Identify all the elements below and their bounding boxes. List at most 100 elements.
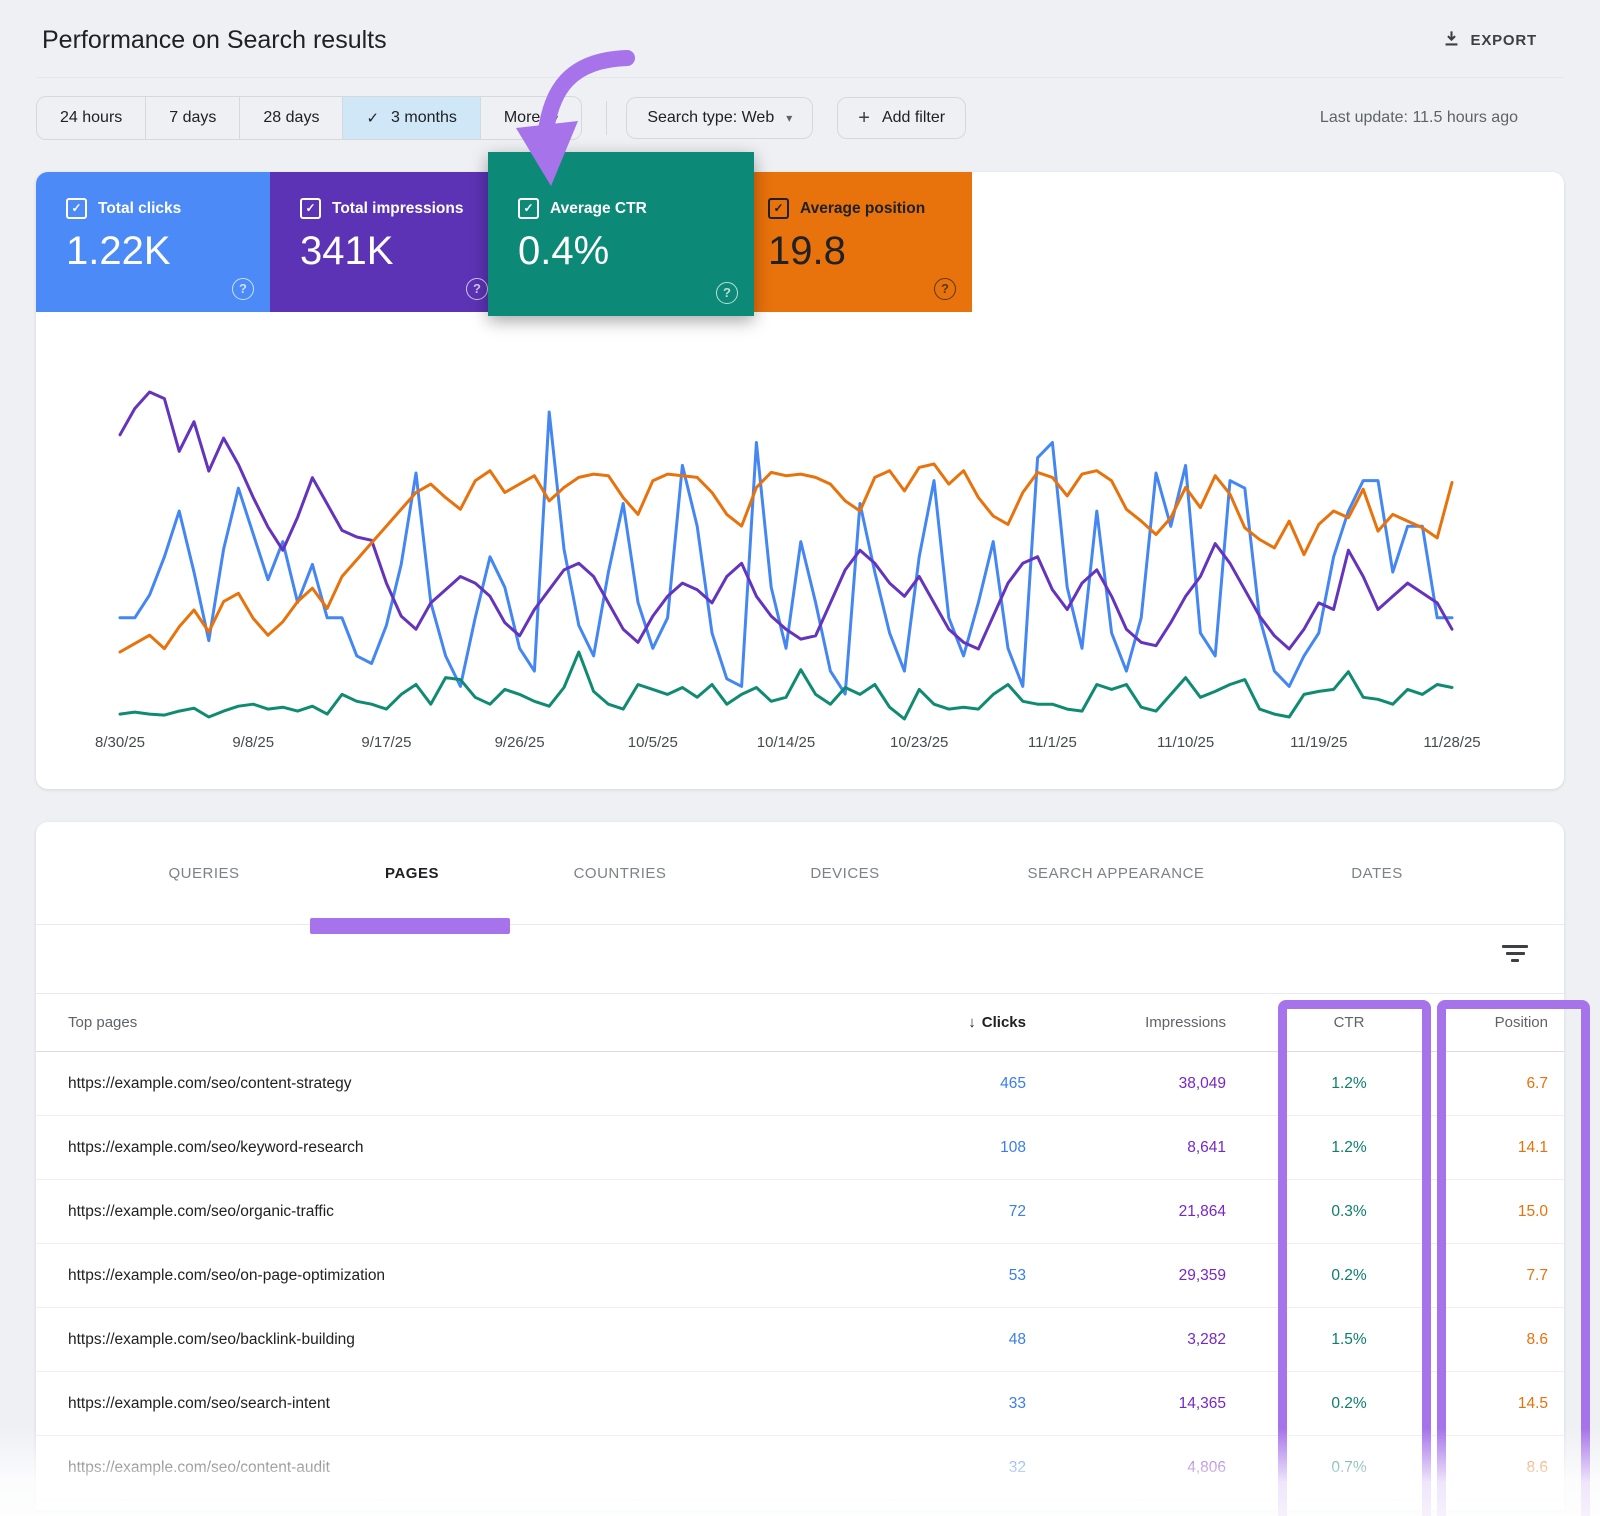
column-header-clicks[interactable]: ↓Clicks [866,1014,1026,1031]
help-icon[interactable]: ? [466,278,488,300]
chevron-down-icon: ▾ [552,111,558,125]
more-date-ranges-dropdown[interactable]: More▾ [480,97,581,139]
help-icon[interactable]: ? [716,282,738,304]
table-row[interactable]: https://example.com/seo/backlink-buildin… [36,1308,1564,1372]
sort-descending-icon: ↓ [968,1014,976,1031]
filter-toolbar: 24 hours 7 days28 days✓3 monthsMore▾ Sear… [36,97,1564,139]
metric-card-header: ✓Total clicks [36,172,270,219]
date-range-3-months[interactable]: ✓3 months [342,97,479,139]
page-header: Performance on Search results EXPORT [0,0,1600,77]
search-type-label: Search type: Web [647,109,774,127]
search-type-dropdown[interactable]: Search type: Web ▾ [626,97,813,139]
toolbar-divider [606,101,607,135]
ctr-value: 0.7% [1289,1459,1409,1477]
performance-line-chart[interactable] [114,372,1514,744]
date-range-28-days[interactable]: 28 days [239,97,342,139]
x-axis-tick-label: 11/1/25 [1028,734,1077,751]
position-value: 14.1 [1434,1139,1564,1157]
metric-card-average-ctr[interactable]: ✓ Average CTR 0.4%? [488,152,754,316]
position-value: 8.6 [1434,1331,1564,1349]
tab-search-appearance[interactable]: SEARCH APPEARANCE [1028,822,1205,924]
table-row[interactable]: https://example.com/seo/search-intent331… [36,1372,1564,1436]
table-row[interactable]: https://example.com/seo/content-strategy… [36,1052,1564,1116]
impressions-value: 4,806 [1026,1459,1226,1477]
impressions-value: 29,359 [1026,1267,1226,1285]
metric-card-value: 19.8 [738,229,972,274]
metric-checkbox-checked[interactable]: ✓ [66,198,87,219]
tab-queries[interactable]: QUERIES [168,822,239,924]
metric-checkbox-checked[interactable]: ✓ [768,198,789,219]
table-row[interactable]: https://example.com/seo/content-audit324… [36,1436,1564,1500]
position-value: 15.0 [1434,1203,1564,1221]
metric-card-header: ✓ Average CTR [488,152,754,219]
x-axis-tick-label: 10/14/25 [757,734,815,751]
metric-card-header: ✓ Average position [738,172,972,219]
metric-card-label: Average position [800,200,925,218]
tab-countries[interactable]: COUNTRIES [574,822,667,924]
position-value: 6.7 [1434,1075,1564,1093]
metric-card-header: ✓ Total impressions [270,172,504,219]
export-label: EXPORT [1471,32,1537,49]
column-header-ctr[interactable]: CTR [1289,1014,1409,1031]
table-row[interactable]: https://example.com/seo/on-page-optimiza… [36,1244,1564,1308]
add-filter-label: Add filter [882,109,945,127]
x-axis-tick-label: 11/28/25 [1423,734,1480,751]
metric-cards-row: ✓Total clicks1.22K?✓Total impressions341… [36,172,1564,316]
position-value: 7.7 [1434,1267,1564,1285]
column-header-position[interactable]: Position [1434,1014,1564,1031]
x-axis-tick-label: 9/8/25 [232,734,274,751]
column-header-impressions[interactable]: Impressions [1026,1014,1226,1031]
table-body: https://example.com/seo/content-strategy… [36,1052,1564,1500]
filter-list-icon[interactable] [1502,945,1528,966]
metric-checkbox-checked[interactable]: ✓ [518,198,539,219]
impressions-value: 3,282 [1026,1331,1226,1349]
tab-devices[interactable]: DEVICES [810,822,879,924]
help-icon[interactable]: ? [934,278,956,300]
page-url-link[interactable]: https://example.com/seo/search-intent [36,1395,866,1413]
metric-card-value: 1.22K [36,229,270,274]
add-filter-button[interactable]: + Add filter [837,97,966,139]
page-url-link[interactable]: https://example.com/seo/content-strategy [36,1075,866,1093]
ctr-value: 0.3% [1289,1203,1409,1221]
x-axis-tick-label: 10/23/25 [890,734,948,751]
x-axis-tick-label: 8/30/25 [95,734,145,751]
metric-card-label: Total impressions [332,200,464,218]
help-icon[interactable]: ? [232,278,254,300]
chevron-down-icon: ▾ [786,111,792,125]
metric-card-total-impressions[interactable]: ✓Total impressions341K? [270,172,504,312]
tab-pages[interactable]: PAGES [385,822,439,924]
impressions-value: 21,864 [1026,1203,1226,1221]
metric-checkbox-checked[interactable]: ✓ [300,198,321,219]
clicks-value: 48 [866,1331,1026,1349]
search-console-performance-page: Performance on Search results EXPORT 24 … [0,0,1600,1516]
chart-x-axis-labels: 8/30/259/8/259/17/259/26/2510/5/2510/14/… [36,734,1564,758]
export-button[interactable]: EXPORT [1442,29,1537,52]
clicks-value: 53 [866,1267,1026,1285]
clicks-value: 72 [866,1203,1026,1221]
tab-dates[interactable]: DATES [1351,822,1402,924]
table-row[interactable]: https://example.com/seo/organic-traffic7… [36,1180,1564,1244]
date-range-control: 24 hours 7 days28 days✓3 monthsMore▾ [36,96,582,140]
page-url-link[interactable]: https://example.com/seo/content-audit [36,1459,866,1477]
metric-card-value: 0.4% [488,229,754,274]
line-series-ctr [120,652,1452,719]
metric-card-label: Average CTR [550,200,647,218]
metric-card-average-position[interactable]: ✓ Average position 19.8? [738,172,972,312]
download-icon [1442,29,1461,52]
date-range-label: 24 hours [60,109,122,127]
page-url-link[interactable]: https://example.com/seo/organic-traffic [36,1203,866,1221]
date-range-7-days[interactable]: 7 days [145,97,239,139]
check-icon: ✓ [366,109,379,127]
table-row[interactable]: https://example.com/seo/keyword-research… [36,1116,1564,1180]
metric-card-total-clicks[interactable]: ✓Total clicks 1.22K? [36,172,270,312]
page-url-link[interactable]: https://example.com/seo/keyword-research [36,1139,866,1157]
x-axis-tick-label: 9/17/25 [361,734,411,751]
page-url-link[interactable]: https://example.com/seo/backlink-buildin… [36,1331,866,1349]
ctr-value: 1.5% [1289,1331,1409,1349]
date-range-24-hours[interactable]: 24 hours [37,97,145,139]
x-axis-tick-label: 11/19/25 [1290,734,1347,751]
ctr-value: 0.2% [1289,1395,1409,1413]
column-header-top-pages[interactable]: Top pages [36,1014,866,1031]
line-series-impressions [120,392,1452,649]
page-url-link[interactable]: https://example.com/seo/on-page-optimiza… [36,1267,866,1285]
